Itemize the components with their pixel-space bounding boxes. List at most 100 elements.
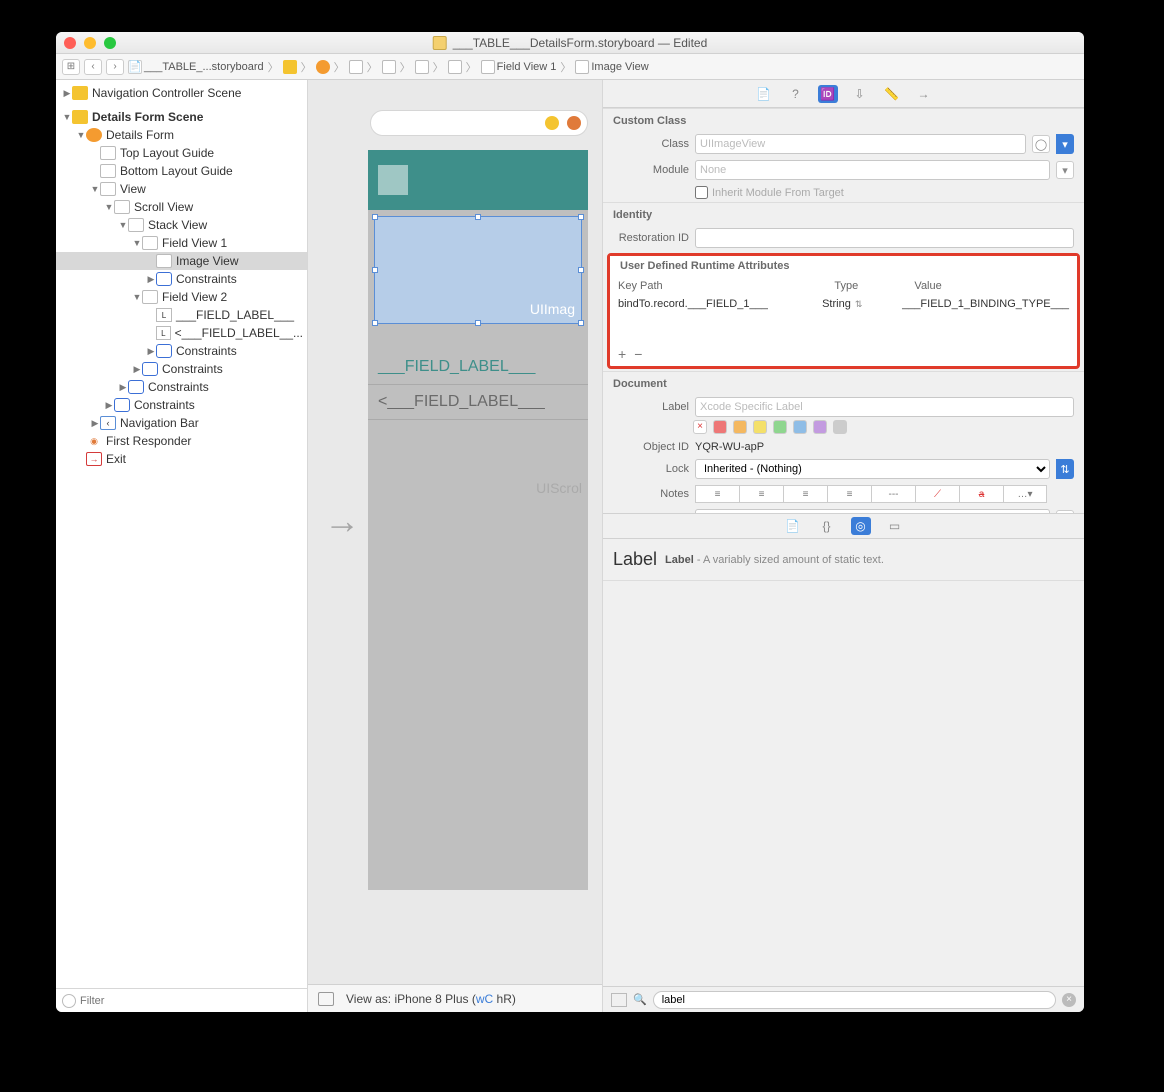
back-button[interactable]: ‹: [84, 59, 102, 75]
remove-attribute-button[interactable]: −: [634, 346, 642, 362]
lock-dropdown-icon[interactable]: ⇅: [1056, 459, 1074, 479]
outline-first-responder[interactable]: First Responder: [106, 434, 191, 448]
rt-keypath[interactable]: bindTo.record.___FIELD_1___: [618, 298, 822, 310]
resize-handle[interactable]: [475, 214, 481, 220]
filter-icon[interactable]: [62, 994, 76, 1008]
grid-view-icon[interactable]: [611, 993, 627, 1007]
scene-dock[interactable]: [370, 110, 588, 136]
forward-button[interactable]: ›: [106, 59, 124, 75]
object-library-tab[interactable]: ◎: [851, 517, 871, 535]
color-swatch[interactable]: [713, 420, 727, 434]
doc-label-input[interactable]: [695, 397, 1074, 417]
ib-canvas[interactable]: UIImag ___FIELD_LABEL___ <___FIELD_LABEL…: [308, 80, 602, 1012]
outline-top-guide[interactable]: Top Layout Guide: [120, 146, 214, 160]
library-item[interactable]: Label Label - A variably sized amount of…: [603, 539, 1084, 581]
breadcrumb-file[interactable]: ___TABLE_...storyboard: [144, 61, 264, 73]
related-items-icon[interactable]: ⊞: [62, 59, 80, 75]
notes-more-icon[interactable]: …▾: [1003, 485, 1047, 503]
outline-filter-input[interactable]: [80, 995, 301, 1007]
breadcrumb-imageview[interactable]: Image View: [591, 61, 648, 73]
rt-value[interactable]: ___FIELD_1_BINDING_TYPE___: [902, 298, 1069, 310]
clear-search-icon[interactable]: ×: [1062, 993, 1076, 1007]
library-filter-input[interactable]: [653, 991, 1056, 1009]
minimize-icon[interactable]: [84, 37, 96, 49]
field-label-1[interactable]: ___FIELD_LABEL___: [368, 350, 588, 385]
first-responder-dock-icon[interactable]: [567, 116, 581, 130]
outline-nav-scene[interactable]: Navigation Controller Scene: [92, 86, 241, 100]
breadcrumb[interactable]: 📄 ___TABLE_...storyboard〉 〉 〉 〉 〉 〉 〉 Fi…: [128, 59, 649, 75]
outline-fieldview2[interactable]: Field View 2: [162, 290, 227, 304]
color-clear-icon[interactable]: ×: [693, 420, 707, 434]
color-swatch[interactable]: [833, 420, 847, 434]
navbar-icon: ‹: [100, 416, 116, 430]
resize-handle[interactable]: [578, 214, 584, 220]
class-jump-icon[interactable]: ◯: [1032, 135, 1050, 153]
code-snippet-tab[interactable]: {}: [817, 517, 837, 535]
size-inspector-tab[interactable]: 📏: [882, 85, 902, 103]
notes-toggle[interactable]: ⟋: [915, 485, 959, 503]
resize-handle[interactable]: [578, 320, 584, 326]
outline-constraints-1[interactable]: Constraints: [176, 272, 237, 286]
inherit-module-checkbox[interactable]: Inherit Module From Target: [695, 186, 844, 199]
field-label-2[interactable]: <___FIELD_LABEL___: [368, 385, 588, 420]
outline-constraints-3[interactable]: Constraints: [162, 362, 223, 376]
class-input[interactable]: [695, 134, 1026, 154]
outline-exit[interactable]: Exit: [106, 452, 126, 466]
resize-handle[interactable]: [372, 267, 378, 273]
color-swatch[interactable]: [753, 420, 767, 434]
runtime-row[interactable]: bindTo.record.___FIELD_1___ String⇅ ___F…: [610, 296, 1077, 312]
selected-imageview[interactable]: UIImag: [374, 216, 582, 324]
file-inspector-tab[interactable]: 📄: [754, 85, 774, 103]
outline-stackview[interactable]: Stack View: [148, 218, 207, 232]
resize-handle[interactable]: [372, 320, 378, 326]
resize-handle[interactable]: [475, 320, 481, 326]
resize-handle[interactable]: [372, 214, 378, 220]
outline-scrollview[interactable]: Scroll View: [134, 200, 193, 214]
module-input[interactable]: [695, 160, 1050, 180]
outline-constraints-5[interactable]: Constraints: [134, 398, 195, 412]
outline-imageview[interactable]: Image View: [176, 254, 238, 268]
align-right-icon[interactable]: ≡: [783, 485, 827, 503]
color-swatch[interactable]: [793, 420, 807, 434]
outline-label1[interactable]: ___FIELD_LABEL___: [176, 308, 294, 322]
breadcrumb-fieldview[interactable]: Field View 1: [497, 61, 557, 73]
outline-details-form[interactable]: Details Form: [106, 128, 174, 142]
outline-label2[interactable]: <___FIELD_LABEL__...: [175, 326, 303, 340]
zoom-icon[interactable]: [104, 37, 116, 49]
align-left-icon[interactable]: ≡: [695, 485, 739, 503]
help-inspector-tab[interactable]: ?: [786, 85, 806, 103]
outline-list[interactable]: ▶Navigation Controller Scene ▼Details Fo…: [56, 80, 307, 988]
color-swatch[interactable]: [733, 420, 747, 434]
identity-inspector-tab[interactable]: 🆔: [818, 85, 838, 103]
add-attribute-button[interactable]: +: [618, 346, 626, 362]
attributes-inspector-tab[interactable]: ⇩: [850, 85, 870, 103]
align-center-icon[interactable]: ≡: [739, 485, 783, 503]
outline-details-scene[interactable]: Details Form Scene: [92, 110, 203, 124]
outline-view[interactable]: View: [120, 182, 146, 196]
outline-bottom-guide[interactable]: Bottom Layout Guide: [120, 164, 233, 178]
resize-handle[interactable]: [578, 267, 584, 273]
outline-navbar[interactable]: Navigation Bar: [120, 416, 199, 430]
notes-toggle[interactable]: ---: [871, 485, 915, 503]
class-dropdown-icon[interactable]: ▾: [1056, 134, 1074, 154]
outline-constraints-2[interactable]: Constraints: [176, 344, 237, 358]
initial-vc-arrow-icon[interactable]: →: [324, 500, 360, 542]
file-template-tab[interactable]: 📄: [783, 517, 803, 535]
connections-inspector-tab[interactable]: →: [914, 85, 934, 103]
color-swatch[interactable]: [813, 420, 827, 434]
rt-type[interactable]: String: [822, 298, 851, 310]
restoration-input[interactable]: [695, 228, 1074, 248]
close-icon[interactable]: [64, 37, 76, 49]
outline-fieldview1[interactable]: Field View 1: [162, 236, 227, 250]
notes-toggle[interactable]: a: [959, 485, 1003, 503]
viewcontroller-dock-icon[interactable]: [545, 116, 559, 130]
outline-toggle-icon[interactable]: [318, 992, 334, 1006]
align-justify-icon[interactable]: ≡: [827, 485, 871, 503]
view-as-label[interactable]: View as: iPhone 8 Plus (wC hR): [346, 992, 516, 1006]
viewcontroller-icon: [316, 60, 330, 74]
module-dropdown-icon[interactable]: ▾: [1056, 161, 1074, 179]
color-swatch[interactable]: [773, 420, 787, 434]
lock-select[interactable]: Inherited - (Nothing): [695, 459, 1050, 479]
media-library-tab[interactable]: ▭: [885, 517, 905, 535]
outline-constraints-4[interactable]: Constraints: [148, 380, 209, 394]
